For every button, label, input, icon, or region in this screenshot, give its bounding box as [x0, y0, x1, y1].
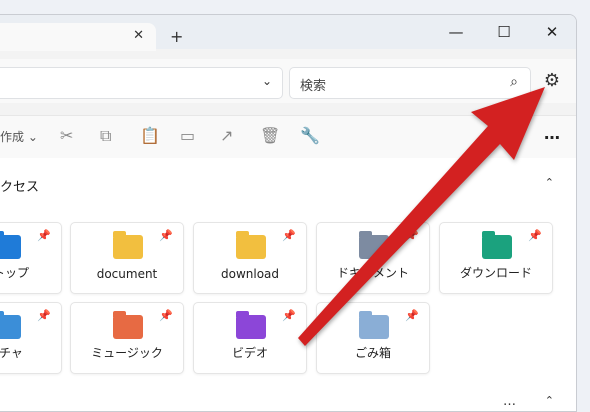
- address-bar[interactable]: ⌄: [0, 67, 283, 99]
- pin-icon: 📌: [405, 229, 419, 242]
- tile-label: ごみ箱: [354, 346, 391, 360]
- minimize-button[interactable]: —: [432, 15, 480, 49]
- quick-access-tile[interactable]: 📌 ビデオ: [193, 302, 307, 374]
- recycle-bin-icon: [359, 311, 389, 339]
- videos-folder-icon: [236, 311, 266, 339]
- maximize-button[interactable]: ☐: [480, 15, 528, 49]
- search-icon: ⌕: [510, 74, 518, 90]
- cut-icon[interactable]: ✂: [60, 126, 73, 145]
- new-button[interactable]: 作成 ⌄: [0, 128, 38, 145]
- tile-label: download: [220, 267, 280, 281]
- share-icon[interactable]: ↗: [220, 126, 233, 145]
- window-controls: — ☐ ✕: [432, 15, 576, 49]
- music-folder-icon: [113, 311, 143, 339]
- quick-access-tile[interactable]: 📌 ミュージック: [70, 302, 184, 374]
- quick-access-tile[interactable]: 📌 ダウンロード: [439, 222, 553, 294]
- tile-label: クチャ: [0, 346, 23, 360]
- search-input[interactable]: 検索 ⌕: [289, 67, 531, 99]
- desktop-icon: [0, 231, 21, 259]
- pictures-folder-icon: [0, 311, 21, 339]
- pin-icon: 📌: [528, 229, 542, 242]
- navigation-bar: ⌄ 検索 ⌕ ⚙: [0, 59, 576, 103]
- copy-icon[interactable]: ⧉: [100, 126, 111, 146]
- pin-icon: 📌: [282, 309, 296, 322]
- tab-current[interactable]: ✕: [0, 23, 156, 51]
- command-bar: 作成 ⌄ ✂ ⧉ 📋 ▭ ↗ 🗑 🔧 …: [0, 115, 576, 159]
- chevron-up-icon[interactable]: ⌃: [545, 394, 554, 407]
- pin-icon: 📌: [159, 309, 173, 322]
- pin-icon: 📌: [405, 309, 419, 322]
- folder-icon: [236, 231, 266, 259]
- minimize-icon: —: [448, 23, 464, 41]
- tile-label: ミュージック: [91, 346, 163, 360]
- pin-icon: 📌: [159, 229, 173, 242]
- tile-label: クトップ: [0, 266, 29, 280]
- chevron-down-icon[interactable]: ⌄: [262, 74, 272, 88]
- quick-access-tile[interactable]: 📌 クチャ: [0, 302, 62, 374]
- tile-label: ドキュメント: [336, 266, 409, 280]
- pin-icon: 📌: [282, 229, 296, 242]
- pin-icon: 📌: [37, 229, 51, 242]
- more-options-button[interactable]: …: [544, 124, 560, 143]
- properties-icon[interactable]: 🔧: [300, 126, 320, 145]
- quick-access-title[interactable]: クセス: [0, 176, 39, 195]
- file-explorer-window: ✕ + — ☐ ✕ ⌄ 検索 ⌕ ⚙ 作成 ⌄ ✂ ⧉ 📋 ▭ ↗ 🗑 🔧 … …: [0, 14, 577, 412]
- downloads-folder-icon: [482, 231, 512, 259]
- quick-access-tile[interactable]: 📌 download: [193, 222, 307, 294]
- tile-label: ビデオ: [231, 346, 268, 360]
- quick-access-tile[interactable]: 📌 クトップ: [0, 222, 62, 294]
- close-button[interactable]: ✕: [528, 15, 576, 49]
- delete-icon[interactable]: 🗑: [260, 126, 280, 145]
- quick-access-tile[interactable]: 📌 ドキュメント: [316, 222, 430, 294]
- rename-icon[interactable]: ▭: [180, 126, 195, 145]
- tile-label: document: [96, 267, 158, 281]
- quick-access-tile[interactable]: 📌 ごみ箱: [316, 302, 430, 374]
- folder-icon: [113, 231, 143, 259]
- paste-icon[interactable]: 📋: [140, 126, 160, 145]
- maximize-icon: ☐: [497, 23, 511, 41]
- pin-icon: 📌: [37, 309, 51, 322]
- main-content: クセス ⌃ 📌 クトップ 📌 document 📌 download 📌 ドキュメント 📌 ダウン…: [0, 158, 576, 411]
- title-bar: ✕ + — ☐ ✕: [0, 15, 576, 51]
- tile-label: ダウンロード: [459, 266, 532, 280]
- gear-icon[interactable]: ⚙: [544, 70, 560, 91]
- new-tab-button[interactable]: +: [170, 27, 183, 46]
- quick-access-tile[interactable]: 📌 document: [70, 222, 184, 294]
- search-placeholder: 検索: [300, 79, 327, 94]
- tab-close-icon[interactable]: ✕: [133, 28, 144, 43]
- more-icon[interactable]: …: [503, 394, 516, 409]
- documents-folder-icon: [359, 231, 389, 259]
- chevron-up-icon[interactable]: ⌃: [545, 176, 554, 189]
- close-icon: ✕: [545, 23, 559, 41]
